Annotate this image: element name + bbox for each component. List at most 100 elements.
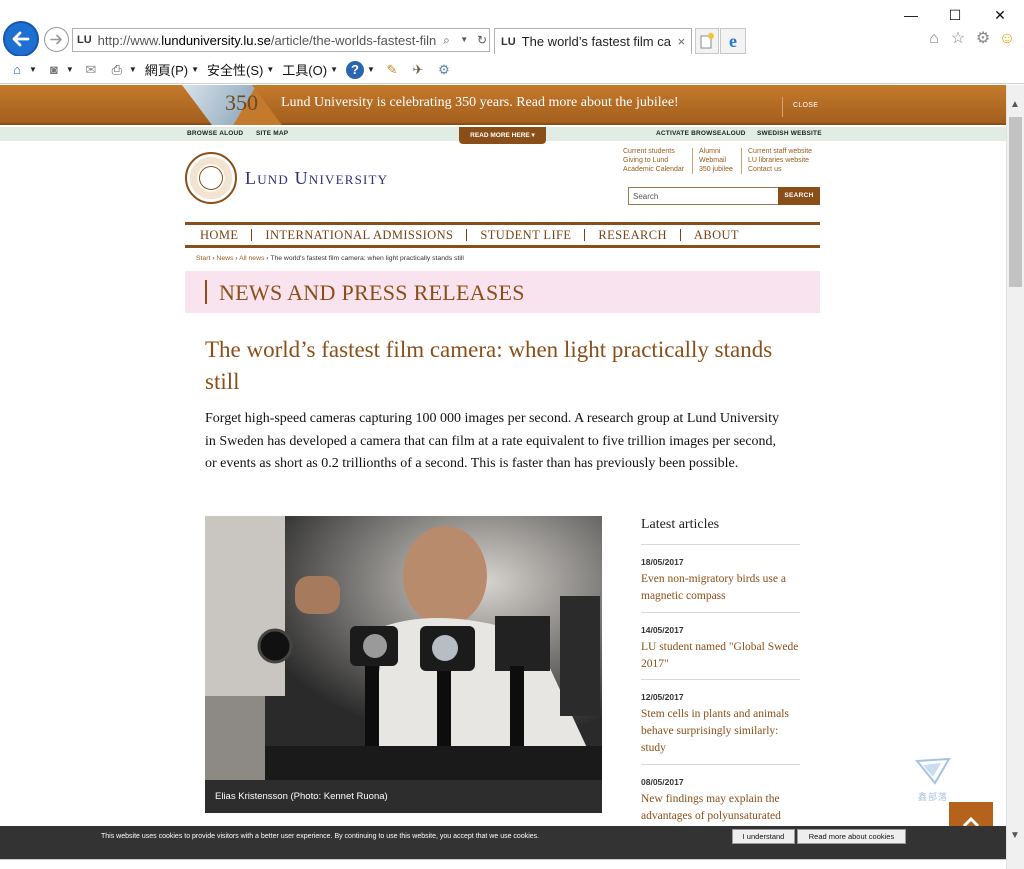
maximize-button[interactable]: ☐ [940,4,970,26]
swedish-website-link[interactable]: SWEDISH WEBSITE [757,130,822,137]
gear-icon[interactable]: ⚙ [973,29,993,49]
forward-button[interactable] [44,27,69,52]
print-command[interactable]: ⎙ ▼ [108,61,137,79]
nav-about[interactable]: ABOUT [681,228,752,243]
chevron-down-icon: ▼ [266,65,275,74]
chevron-down-icon: ▼ [330,65,338,74]
site-search-button[interactable]: SEARCH [778,187,820,205]
status-strip [0,859,1006,869]
scroll-up-icon[interactable]: ▲ [1010,99,1020,110]
settings-command[interactable]: ⚙ [435,61,453,79]
article-photo[interactable] [205,516,602,780]
latest-item-date: 08/05/2017 [641,777,684,787]
gear-icon: ⚙ [438,61,450,77]
quick-links-col2: Alumni Webmail 350 jubilee [699,147,733,174]
quick-link[interactable]: Current students [623,147,684,156]
favorites-star-icon[interactable]: ☆ [948,29,968,49]
tab-title: The world’s fastest film ca... [521,34,672,49]
nav-home[interactable]: HOME [187,228,251,243]
article-title: The world’s fastest film camera: when li… [205,337,773,394]
translate-command[interactable]: ✈ [409,61,427,79]
latest-item-date: 12/05/2017 [641,692,684,702]
breadcrumb: Start › News › All news › The world's fa… [196,255,464,262]
browse-aloud-link[interactable]: BROWSE ALOUD [187,130,243,137]
tools-menu-label: 工具(O) [282,63,328,78]
breadcrumb-all-news[interactable]: All news [239,255,264,262]
quick-link[interactable]: Alumni [699,147,733,156]
ie-logo-icon[interactable]: e [720,28,746,54]
quick-links-divider [692,148,693,174]
latest-item-date: 14/05/2017 [641,625,684,635]
section-title: NEWS AND PRESS RELEASES [219,280,525,305]
url-prefix: http://www. [97,32,162,48]
research-command[interactable]: ✎ [383,61,401,79]
close-window-button[interactable]: ✕ [985,4,1015,26]
main-navigation: HOME INTERNATIONAL ADMISSIONS STUDENT LI… [185,222,820,248]
jubilee-banner[interactable]: 350 Lund University is celebrating 350 y… [0,85,1006,125]
cookie-message: This website uses cookies to provide vis… [101,833,540,840]
quick-link[interactable]: LU libraries website [748,156,812,165]
home-icon: ⌂ [13,61,21,77]
home-icon[interactable]: ⌂ [924,29,944,49]
jubilee-logo-text: 350 [225,90,258,115]
page-menu[interactable]: 網頁(P) ▼ [145,60,199,79]
quick-link[interactable]: Webmail [699,156,733,165]
cookie-accept-button[interactable]: I understand [732,829,795,844]
quick-links-col1: Current students Giving to Lund Academic… [623,147,684,174]
latest-divider [641,764,800,765]
refresh-icon[interactable]: ↻ [475,33,489,47]
site-map-link[interactable]: SITE MAP [256,130,288,137]
university-seal-logo[interactable] [185,152,237,204]
safety-menu-label: 安全性(S) [207,63,264,78]
cookie-more-button[interactable]: Read more about cookies [797,829,906,844]
nav-student-life[interactable]: STUDENT LIFE [467,228,584,243]
jubilee-close-button[interactable]: CLOSE [782,97,818,117]
safety-menu[interactable]: 安全性(S) ▼ [207,60,274,79]
chevron-down-icon[interactable]: ▼ [457,33,471,47]
new-tab-button[interactable] [695,28,719,54]
feeds-command[interactable]: ◙ ▼ [45,61,74,79]
smiley-feedback-icon[interactable]: ☺ [997,29,1017,49]
quick-link[interactable]: Giving to Lund [623,156,684,165]
breadcrumb-news[interactable]: News [216,255,233,262]
site-name[interactable]: Lund University [245,168,388,189]
tools-menu[interactable]: 工具(O) ▼ [282,60,338,79]
photo-caption-bar: Elias Kristensson (Photo: Kennet Ruona) [205,780,602,813]
mail-icon: ✉ [85,61,97,77]
activate-browsealoud-link[interactable]: ACTIVATE BROWSEALOUD [656,130,746,137]
help-menu[interactable]: ? ▼ [346,60,375,79]
quick-link[interactable]: Academic Calendar [623,165,684,174]
home-command[interactable]: ⌂ ▼ [8,61,37,79]
scroll-down-icon[interactable]: ▼ [1010,830,1020,841]
tab-close-icon[interactable]: × [678,34,686,49]
arrow-left-icon [12,31,30,47]
quick-link[interactable]: Contact us [748,165,812,174]
latest-item-link[interactable]: New findings may explain the advantages … [641,791,803,825]
scrollbar-thumb[interactable] [1009,117,1022,287]
page-menu-label: 網頁(P) [144,63,189,78]
address-url[interactable]: http://www.lunduniversity.lu.se/article/… [98,33,436,48]
latest-item-link[interactable]: LU student named "Global Swede 2017" [641,639,803,673]
jubilee-link[interactable]: Lund University is celebrating 350 years… [281,95,679,111]
mail-command[interactable]: ✉ [82,61,100,79]
latest-item-link[interactable]: Stem cells in plants and animals behave … [641,706,803,757]
nav-research[interactable]: RESEARCH [585,228,680,243]
address-bar[interactable]: LU http://www.lunduniversity.lu.se/artic… [72,28,490,52]
vertical-scrollbar[interactable]: ▲ ▼ [1006,85,1024,869]
chevron-down-icon: ▼ [65,65,74,74]
breadcrumb-start[interactable]: Start [196,255,210,262]
research-icon: ✎ [386,61,398,77]
minimize-button[interactable]: — [896,4,926,26]
quick-link[interactable]: 350 jubilee [699,165,733,174]
browser-tab[interactable]: LU The world’s fastest film ca... × [494,28,692,54]
quick-link[interactable]: Current staff website [748,147,812,156]
latest-item-link[interactable]: Even non-migratory birds use a magnetic … [641,571,803,605]
read-more-here-button[interactable]: READ MORE HERE ▾ [459,127,546,144]
back-button[interactable] [3,21,39,57]
section-banner: NEWS AND PRESS RELEASES [185,271,820,313]
nav-international-admissions[interactable]: INTERNATIONAL ADMISSIONS [252,228,466,243]
search-icon[interactable]: ⌕ [440,33,454,47]
latest-divider [641,612,800,613]
site-search-input[interactable]: Search [628,187,779,205]
chevron-down-icon: ▼ [191,65,200,74]
